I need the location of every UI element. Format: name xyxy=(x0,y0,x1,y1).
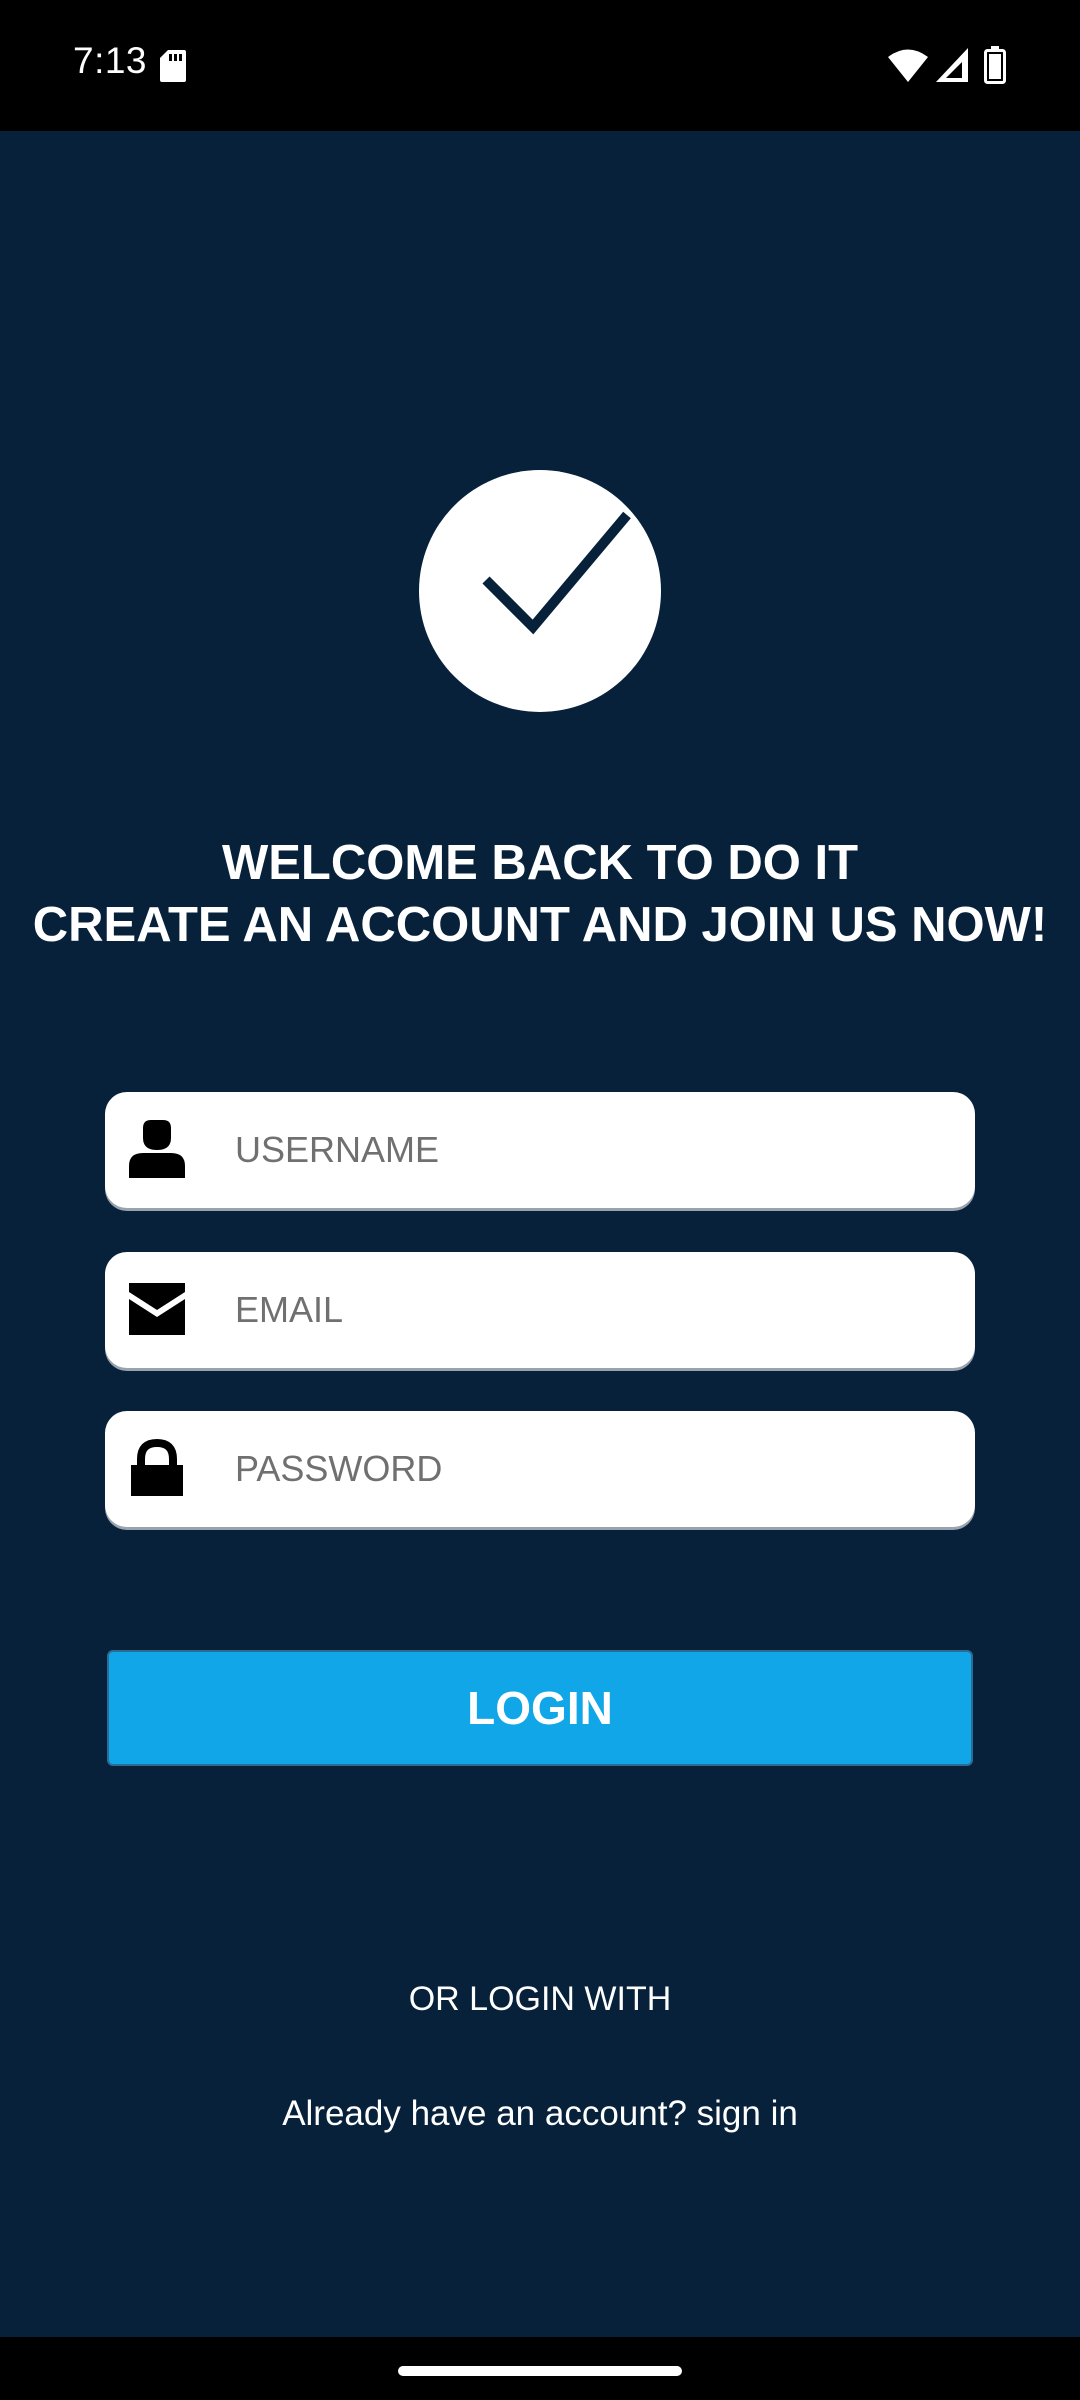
status-time: 7:13 xyxy=(73,40,148,81)
welcome-line-2: CREATE AN ACCOUNT AND JOIN US NOW! xyxy=(32,898,1048,952)
screen: 7:13 WELCOME BACK TO DO IT CREATE AN ACC… xyxy=(0,0,1080,2400)
username-input[interactable] xyxy=(235,1092,955,1208)
checkmark-icon xyxy=(482,511,631,635)
home-handle[interactable] xyxy=(398,2366,682,2376)
sd-card-icon xyxy=(160,50,186,82)
welcome-heading: WELCOME BACK TO DO IT CREATE AN ACCOUNT … xyxy=(0,832,1080,956)
app-content: WELCOME BACK TO DO IT CREATE AN ACCOUNT … xyxy=(0,131,1080,2337)
username-field[interactable] xyxy=(105,1092,975,1208)
wifi-icon xyxy=(888,49,928,82)
email-field[interactable] xyxy=(105,1252,975,1368)
app-logo xyxy=(419,470,661,712)
signal-icon xyxy=(936,48,968,82)
welcome-line-1: WELCOME BACK TO DO IT xyxy=(221,836,859,890)
sign-in-link[interactable]: Already have an account? sign in xyxy=(0,2094,1080,2134)
envelope-icon xyxy=(129,1283,185,1335)
password-input[interactable] xyxy=(235,1411,955,1527)
battery-icon xyxy=(984,46,1006,84)
or-login-with-label: OR LOGIN WITH xyxy=(408,1980,672,2018)
password-field[interactable] xyxy=(105,1411,975,1527)
email-input[interactable] xyxy=(235,1252,955,1368)
login-button[interactable]: LOGIN xyxy=(107,1650,973,1766)
status-bar: 7:13 xyxy=(0,0,1080,131)
lock-icon xyxy=(131,1439,183,1496)
person-icon xyxy=(129,1120,185,1178)
